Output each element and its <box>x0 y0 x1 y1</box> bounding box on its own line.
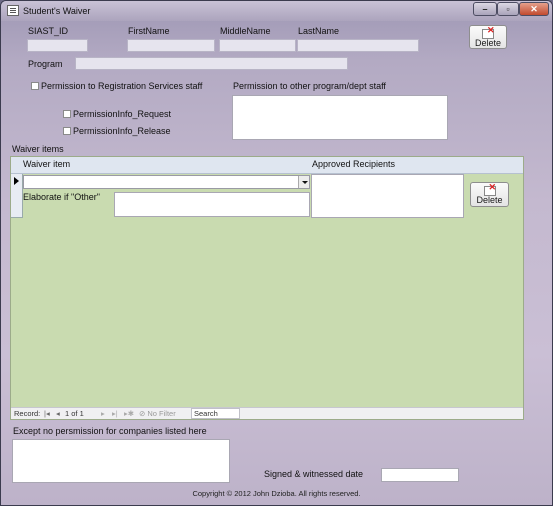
delete-record-icon <box>481 25 495 39</box>
record-position[interactable]: 1 of 1 <box>65 409 84 418</box>
elaborate-label: Elaborate if "Other" <box>23 192 100 202</box>
approved-recipients-field[interactable] <box>311 174 464 218</box>
first-record-icon[interactable]: |◂ <box>44 409 50 418</box>
minimize-button[interactable]: – <box>473 2 497 16</box>
record-navigation-bar: Record: |◂ ◂ 1 of 1 ▸ ▸| ▸✱ ⊘ No Filter … <box>11 407 523 419</box>
permission-request-label: PermissionInfo_Request <box>73 109 172 119</box>
delete-waiver-item-label: Delete <box>476 195 503 205</box>
waiver-item-column-header: Waiver item <box>23 159 71 169</box>
record-label: Record: <box>14 409 41 418</box>
chevron-down-icon[interactable] <box>298 176 309 188</box>
next-record-icon[interactable]: ▸ <box>101 409 105 418</box>
program-field[interactable] <box>75 57 348 70</box>
waiver-items-subform: Waiver item Approved Recipients Elaborat… <box>10 156 524 420</box>
siast-id-label: SIAST_ID <box>28 26 69 36</box>
signed-date-field[interactable] <box>381 468 459 482</box>
delete-student-label: Delete <box>474 38 501 48</box>
close-button[interactable]: ✕ <box>519 2 549 16</box>
waiver-form-window: Student's Waiver – ▫ ✕ SIAST_ID FirstNam… <box>0 0 553 506</box>
last-record-icon[interactable]: ▸| <box>112 409 118 418</box>
delete-student-button[interactable]: Delete <box>469 25 507 49</box>
no-filter-label: No Filter <box>147 409 176 418</box>
approved-recipients-column-header: Approved Recipients <box>312 159 396 169</box>
current-record-icon <box>14 177 19 185</box>
middle-name-label: MiddleName <box>220 26 271 36</box>
previous-record-icon[interactable]: ◂ <box>56 409 60 418</box>
delete-record-icon <box>483 182 497 196</box>
siast-id-field[interactable] <box>27 39 88 52</box>
permission-release-label: PermissionInfo_Release <box>73 126 171 136</box>
program-label: Program <box>28 59 63 69</box>
last-name-label: LastName <box>298 26 340 36</box>
middle-name-field[interactable] <box>219 39 296 52</box>
subform-header: Waiver item Approved Recipients <box>11 157 523 174</box>
last-name-field[interactable] <box>297 39 419 52</box>
registration-permission-checkbox[interactable] <box>31 82 39 90</box>
waiver-items-label: Waiver items <box>12 144 64 154</box>
signed-date-label: Signed & witnessed date <box>264 469 364 479</box>
elaborate-field[interactable] <box>114 192 310 217</box>
filter-icon: ⊘ <box>139 409 146 418</box>
maximize-button[interactable]: ▫ <box>497 2 519 16</box>
no-filter-toggle[interactable]: ⊘ No Filter <box>139 409 176 419</box>
copyright-text: Copyright © 2012 John Dzioba. All rights… <box>192 489 361 498</box>
registration-permission-label: Permission to Registration Services staf… <box>41 81 203 91</box>
permission-request-checkbox[interactable] <box>63 110 71 118</box>
record-selector[interactable] <box>11 174 23 218</box>
except-companies-textarea[interactable] <box>12 439 230 483</box>
except-companies-label: Except no persmission for companies list… <box>13 426 207 436</box>
other-permission-label: Permission to other program/dept staff <box>233 81 386 91</box>
delete-waiver-item-button[interactable]: Delete <box>470 182 509 207</box>
waiver-item-combo[interactable] <box>23 175 310 189</box>
search-input[interactable]: Search <box>191 408 240 419</box>
first-name-field[interactable] <box>127 39 215 52</box>
permission-release-checkbox[interactable] <box>63 127 71 135</box>
window-title: Student's Waiver <box>23 6 91 16</box>
title-bar[interactable]: Student's Waiver – ▫ ✕ <box>1 1 552 21</box>
new-record-icon[interactable]: ▸✱ <box>124 409 134 418</box>
form-icon <box>7 5 19 16</box>
first-name-label: FirstName <box>128 26 170 36</box>
other-permission-textarea[interactable] <box>232 95 448 140</box>
